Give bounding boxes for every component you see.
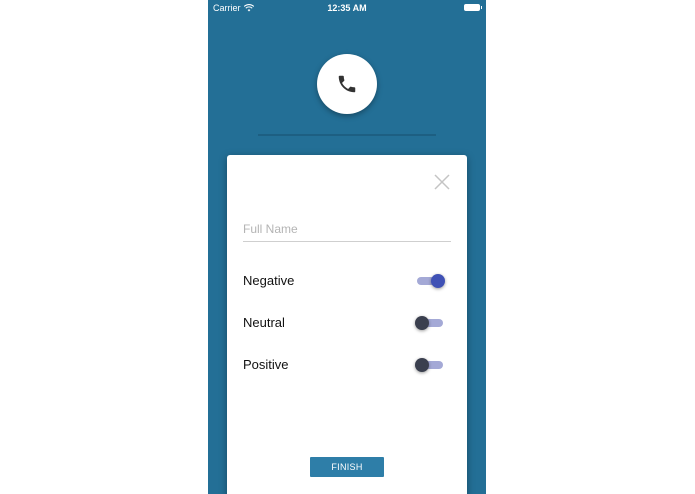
- toggle-row-neutral: Neutral: [243, 311, 451, 335]
- toggle-knob: [415, 316, 429, 330]
- negative-toggle[interactable]: [417, 274, 445, 288]
- toggle-row-positive: Positive: [243, 353, 451, 377]
- toggle-label-neutral: Neutral: [243, 315, 285, 330]
- close-icon[interactable]: [434, 174, 450, 190]
- full-name-input[interactable]: [243, 217, 451, 242]
- toggle-label-positive: Positive: [243, 357, 289, 372]
- toggle-knob: [431, 274, 445, 288]
- battery-icon: [464, 4, 482, 11]
- status-bar: Carrier 12:35 AM: [208, 0, 486, 16]
- status-time: 12:35 AM: [327, 3, 367, 13]
- form-card: Negative Neutral Positive FINISH: [227, 155, 467, 494]
- positive-toggle[interactable]: [415, 358, 445, 372]
- header-divider: [258, 134, 436, 136]
- call-avatar: [317, 54, 377, 114]
- phone-icon: [338, 75, 356, 93]
- toggle-label-negative: Negative: [243, 273, 295, 288]
- toggle-row-negative: Negative: [243, 269, 451, 293]
- neutral-toggle[interactable]: [415, 316, 445, 330]
- finish-button[interactable]: FINISH: [310, 457, 384, 477]
- toggle-knob: [415, 358, 429, 372]
- phone-screen: Carrier 12:35 AM Negative N: [208, 0, 486, 494]
